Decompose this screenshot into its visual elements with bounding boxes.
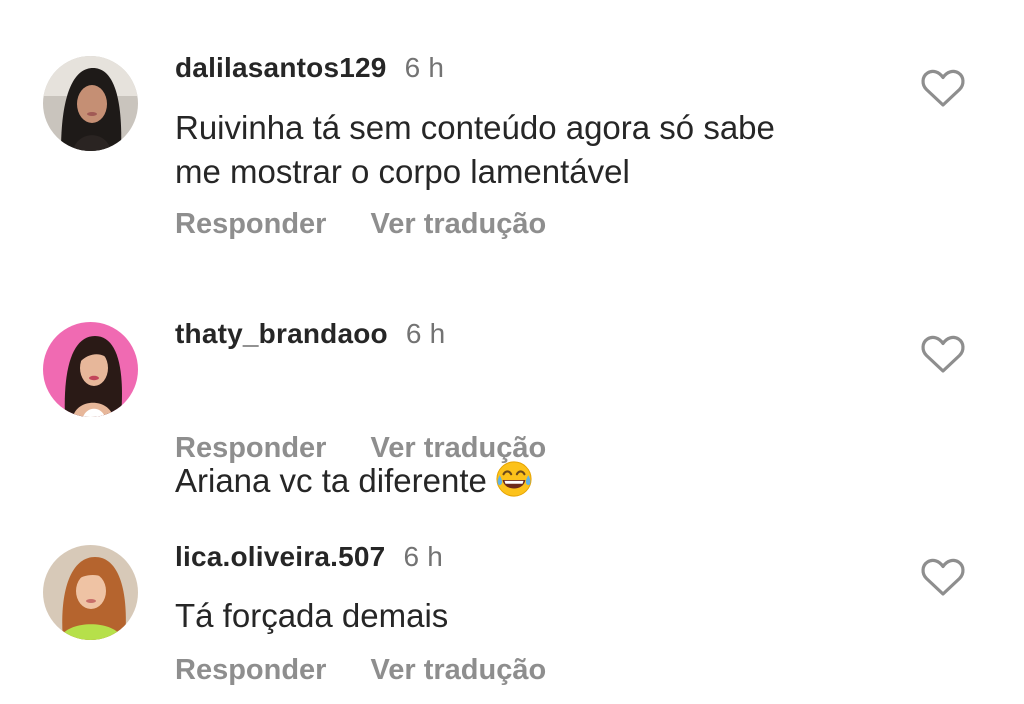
comment-timestamp: 6 h [403,541,443,572]
heart-icon [921,335,965,373]
username-text[interactable]: thaty_brandaoo [175,318,388,349]
avatar-photo [43,545,138,640]
like-button[interactable] [920,334,966,374]
avatar[interactable] [43,545,138,640]
comment-actions: Responder Ver tradução [175,432,546,465]
heart-icon [921,558,965,596]
comment-text: Tá forçada demais [175,597,449,634]
reply-button[interactable]: Responder [175,654,326,686]
comment-text-content: Ariana vc ta diferente [175,462,487,499]
reply-button[interactable]: Responder [175,432,326,464]
see-translation-button[interactable]: Ver tradução [370,654,546,686]
comment-username[interactable]: lica.oliveira.507 6 h [175,541,443,573]
like-button[interactable] [920,557,966,597]
see-translation-button[interactable]: Ver tradução [370,432,546,464]
comment-actions: Responder Ver tradução [175,208,546,241]
comment-timestamp: 6 h [405,318,446,349]
reply-button[interactable]: Responder [175,208,326,240]
avatar[interactable] [43,322,138,417]
comment-list: dalilasantos129 6 h Ruivinha tá sem conte… [0,0,1024,704]
avatar-illustration [43,322,138,417]
username-text[interactable]: lica.oliveira.507 [175,541,385,572]
comment-item: lica.oliveira.507 6 h Tá forçada demais R… [0,0,1024,686]
comment-actions: Responder Ver tradução [175,654,546,687]
comment-username[interactable]: thaty_brandaoo 6 h [175,318,445,350]
see-translation-button[interactable]: Ver tradução [370,208,546,240]
